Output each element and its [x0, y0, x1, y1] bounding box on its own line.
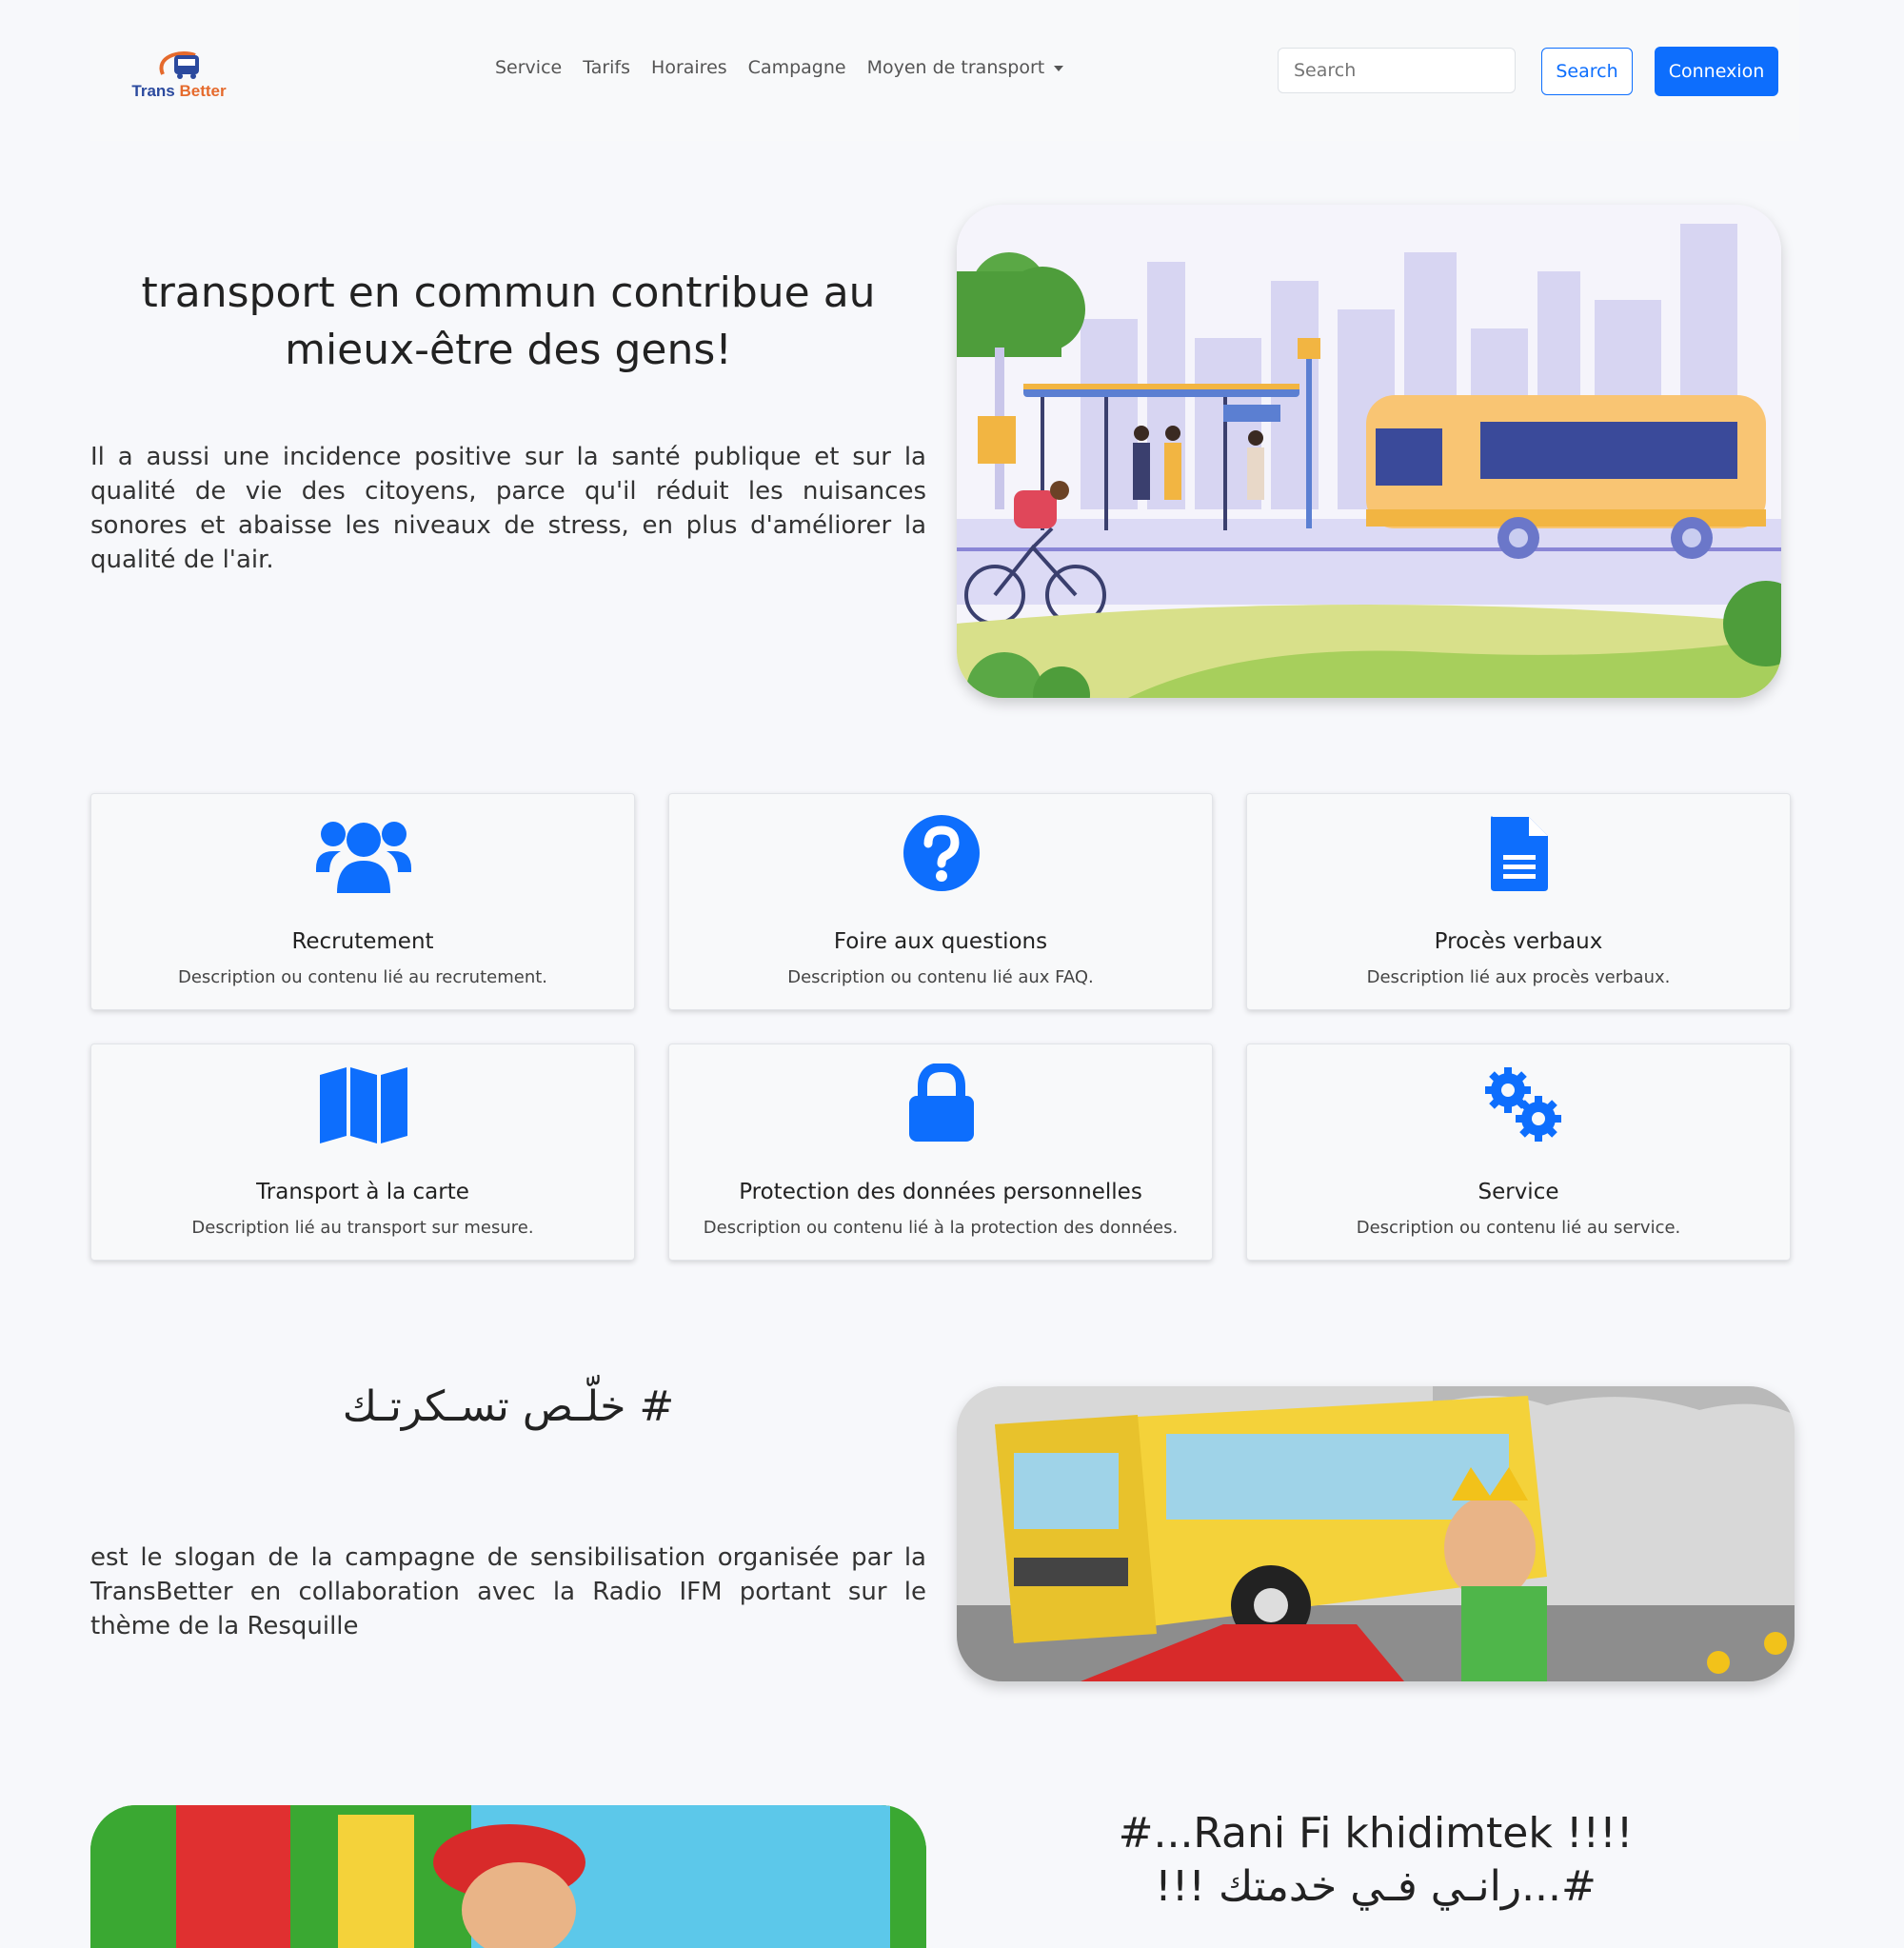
users-icon [316, 822, 411, 893]
card-title: Recrutement [291, 929, 434, 954]
card-description: Description lié aux procès verbaux. [1366, 967, 1671, 987]
rani-line-latin: #...Rani Fi khidimtek !!!! [1118, 1809, 1634, 1858]
card-faq[interactable]: Foire aux questions Description ou conte… [668, 793, 1213, 1010]
login-button[interactable]: Connexion [1655, 47, 1778, 96]
card-proces-verbaux[interactable]: Procès verbaux Description lié aux procè… [1246, 793, 1791, 1010]
campaign-text: est le slogan de la campagne de sensibil… [90, 1543, 926, 1640]
caret-down-icon [1054, 65, 1064, 71]
card-description: Description ou contenu lié aux FAQ. [787, 967, 1094, 987]
nav-link-horaires[interactable]: Horaires [651, 57, 727, 78]
rani-fi-khidimtek-heading: #...Rani Fi khidimtek !!!! #...رانـي فـي… [957, 1807, 1795, 1914]
question-circle-icon [903, 815, 980, 891]
hero-title: transport en commun contribue au mieux-ê… [141, 268, 876, 374]
file-icon [1491, 816, 1548, 891]
card-description: Description ou contenu lié au service. [1356, 1218, 1681, 1238]
rani-line-arabic: #...رانـي فـي خدمتك !!! [1155, 1862, 1597, 1911]
card-protection-donnees[interactable]: Protection des données personnelles Desc… [668, 1044, 1213, 1261]
nav-dropdown-moyen-de-transport[interactable]: Moyen de transport [867, 57, 1064, 78]
brand-logo[interactable]: Trans Better [127, 46, 231, 105]
dropdown-label: Moyen de transport [866, 57, 1045, 78]
campaign-cartoon-image [957, 1386, 1795, 1681]
gears-icon [1485, 1067, 1561, 1142]
card-title: Service [1478, 1180, 1559, 1204]
card-recrutement[interactable]: Recrutement Description ou contenu lié a… [90, 793, 635, 1010]
hero-text: Il a aussi une incidence positive sur la… [90, 443, 926, 574]
card-title: Protection des données personnelles [739, 1180, 1142, 1204]
search-button[interactable]: Search [1541, 48, 1633, 95]
brand-name: Trans Better [131, 82, 227, 100]
card-title: Transport à la carte [256, 1180, 469, 1204]
navbar: Trans Better Service Tarifs Horaires Cam… [90, 0, 1799, 141]
hero-illustration [957, 205, 1781, 698]
nav-links: Service Tarifs Horaires Campagne Moyen d… [495, 57, 1064, 78]
card-transport-a-la-carte[interactable]: Transport à la carte Description lié au … [90, 1044, 635, 1261]
card-description: Description ou contenu lié au recrutemen… [177, 967, 548, 987]
campaign-slogan: # خلّـص تسـكرتـك [342, 1382, 675, 1431]
card-description: Description ou contenu lié à la protecti… [703, 1218, 1179, 1238]
card-service[interactable]: Service Description ou contenu lié au se… [1246, 1044, 1791, 1261]
card-title: Foire aux questions [833, 929, 1048, 954]
nav-link-tarifs[interactable]: Tarifs [583, 57, 630, 78]
bottom-cartoon-image [90, 1805, 926, 1948]
map-icon [320, 1067, 407, 1143]
lock-icon [909, 1063, 974, 1142]
nav-link-campagne[interactable]: Campagne [748, 57, 846, 78]
card-description: Description lié au transport sur mesure. [191, 1218, 534, 1238]
nav-link-service[interactable]: Service [495, 57, 562, 78]
card-title: Procès verbaux [1434, 929, 1603, 954]
search-input[interactable] [1278, 48, 1516, 93]
bus-logo-icon [159, 51, 199, 79]
